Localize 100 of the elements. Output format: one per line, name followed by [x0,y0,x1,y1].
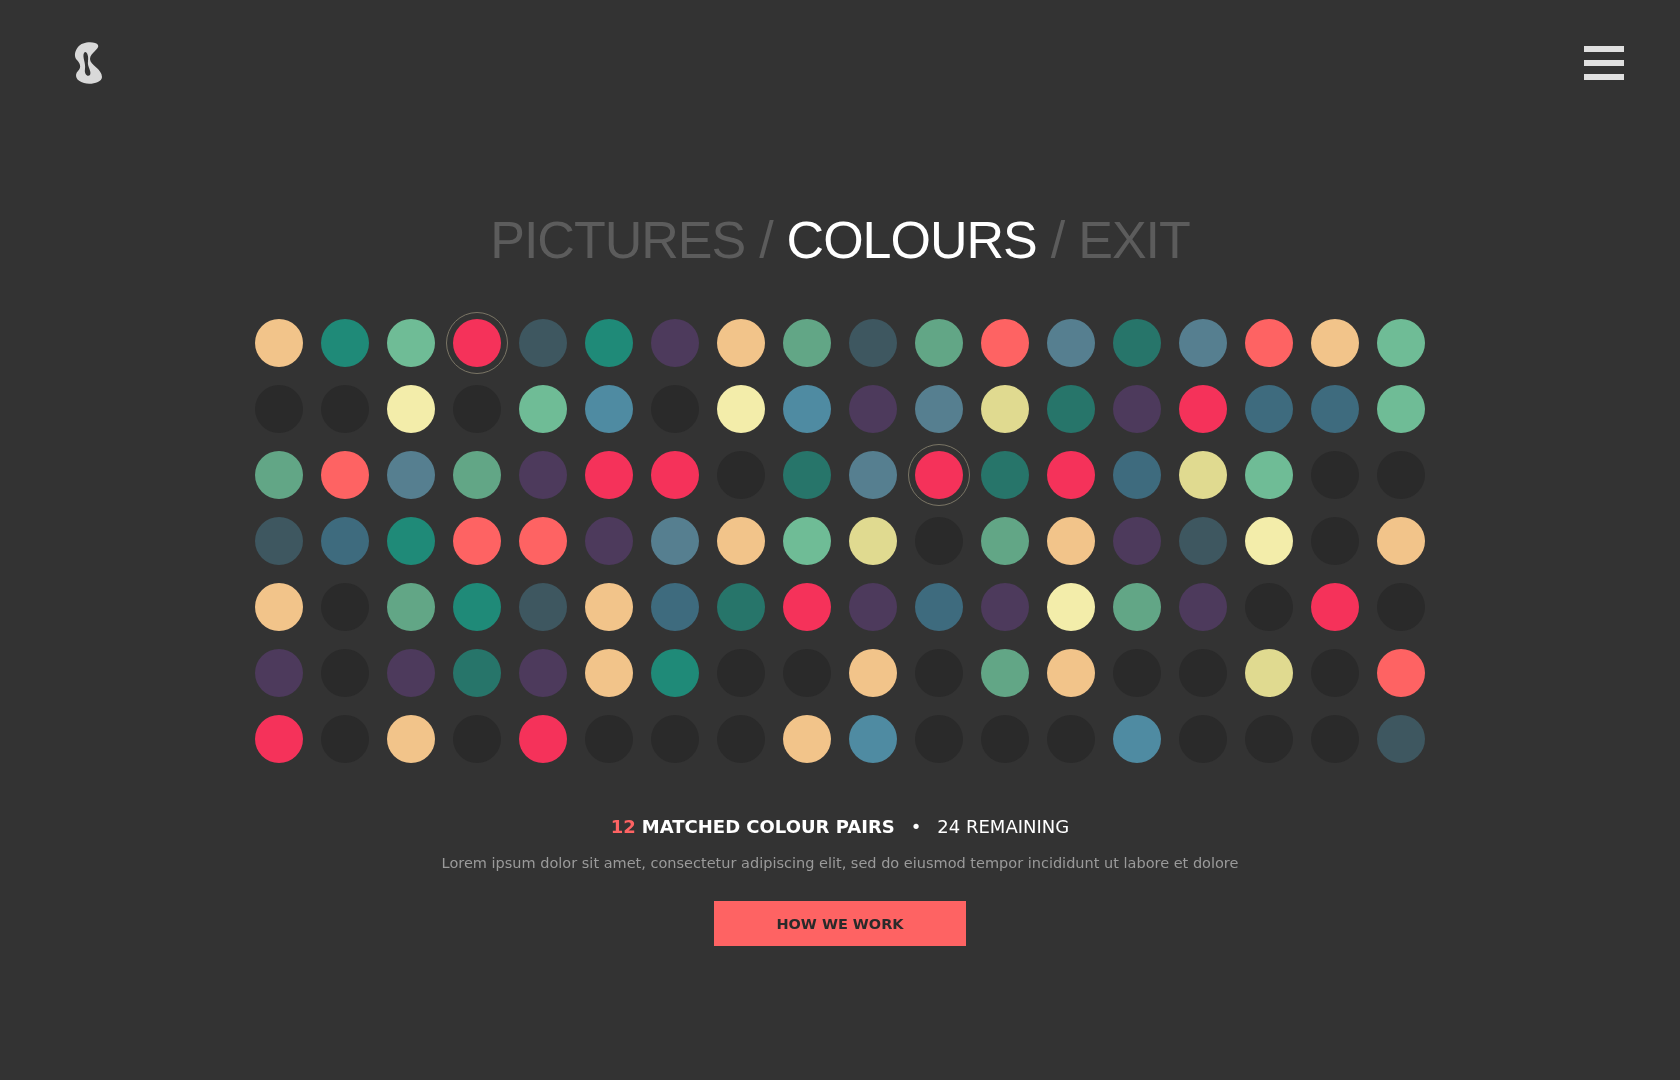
colour-dot[interactable] [585,649,633,697]
colour-dot[interactable] [1113,385,1161,433]
colour-dot[interactable] [651,649,699,697]
colour-dot[interactable] [1245,451,1293,499]
colour-dot[interactable] [981,385,1029,433]
colour-dot[interactable] [849,517,897,565]
colour-dot[interactable] [1245,649,1293,697]
nav-separator: / [759,210,773,270]
colour-dot[interactable] [1245,319,1293,367]
colour-dot[interactable] [651,319,699,367]
colour-dot[interactable] [717,583,765,631]
colour-dot[interactable] [585,451,633,499]
colour-dot[interactable] [387,451,435,499]
colour-dot[interactable] [255,517,303,565]
colour-dot[interactable] [1245,517,1293,565]
colour-dot[interactable] [1179,583,1227,631]
colour-dot[interactable] [519,319,567,367]
colour-dot[interactable] [1179,451,1227,499]
colour-dot[interactable] [1047,517,1095,565]
how-we-work-button[interactable]: HOW WE WORK [714,901,966,946]
colour-dot[interactable] [255,319,303,367]
colour-dot[interactable] [651,451,699,499]
colour-dot[interactable] [1377,715,1425,763]
colour-dot[interactable] [783,451,831,499]
colour-dot[interactable] [1113,715,1161,763]
colour-dot[interactable] [1113,517,1161,565]
colour-dot[interactable] [255,715,303,763]
colour-dot[interactable] [717,517,765,565]
colour-dot[interactable] [849,319,897,367]
colour-dot[interactable] [651,517,699,565]
colour-dot[interactable] [255,583,303,631]
colour-dot[interactable] [915,583,963,631]
colour-dot[interactable] [387,649,435,697]
colour-dot[interactable] [915,385,963,433]
colour-dot[interactable] [783,517,831,565]
colour-dot[interactable] [1047,583,1095,631]
colour-dot[interactable] [585,583,633,631]
colour-dot[interactable] [1179,517,1227,565]
colour-dot[interactable] [387,319,435,367]
colour-dot[interactable] [1245,385,1293,433]
description-text: Lorem ipsum dolor sit amet, consectetur adipiscing elit, sed do eiusmod tempor incididunt ut labore et dolore [441,855,1239,871]
colour-dot[interactable] [255,649,303,697]
colour-dot[interactable] [981,649,1029,697]
colour-dot[interactable] [1047,451,1095,499]
colour-dot[interactable] [387,385,435,433]
colour-dot[interactable] [453,583,501,631]
colour-dot[interactable] [981,319,1029,367]
colour-dot[interactable] [783,583,831,631]
colour-dot[interactable] [981,451,1029,499]
colour-dot[interactable] [1179,319,1227,367]
colour-dot[interactable] [321,451,369,499]
menu-icon[interactable] [1584,46,1624,80]
colour-dot[interactable] [1113,583,1161,631]
colour-dot[interactable] [585,319,633,367]
colour-dot[interactable] [849,715,897,763]
colour-dot[interactable] [783,319,831,367]
colour-dot[interactable] [387,517,435,565]
colour-dot[interactable] [321,319,369,367]
colour-dot[interactable] [585,385,633,433]
colour-dot[interactable] [519,583,567,631]
colour-dot[interactable] [717,319,765,367]
colour-dot[interactable] [981,517,1029,565]
colour-dot[interactable] [585,517,633,565]
colour-dot[interactable] [1113,319,1161,367]
colour-dot[interactable] [1311,319,1359,367]
colour-dot[interactable] [1377,385,1425,433]
colour-dot[interactable] [849,385,897,433]
colour-dot[interactable] [519,715,567,763]
colour-dot[interactable] [783,385,831,433]
colour-dot[interactable] [1377,649,1425,697]
colour-dot[interactable] [255,451,303,499]
colour-dot[interactable] [519,385,567,433]
colour-dot[interactable] [1047,385,1095,433]
colour-dot[interactable] [519,649,567,697]
colour-dot[interactable] [981,583,1029,631]
colour-dot[interactable] [915,319,963,367]
colour-dot[interactable] [387,715,435,763]
colour-dot[interactable] [519,451,567,499]
colour-dot[interactable] [519,517,567,565]
colour-dot[interactable] [717,385,765,433]
colour-dot[interactable] [1377,319,1425,367]
colour-dot[interactable] [849,583,897,631]
colour-dot[interactable] [453,649,501,697]
colour-dot[interactable] [849,649,897,697]
colour-dot[interactable] [387,583,435,631]
colour-dot[interactable] [1047,319,1095,367]
colour-dot[interactable] [1311,385,1359,433]
colour-dot[interactable] [1377,517,1425,565]
colour-dot[interactable] [1047,649,1095,697]
colour-dot[interactable] [1179,385,1227,433]
colour-dot[interactable] [849,451,897,499]
colour-dot[interactable] [1311,583,1359,631]
colour-dot[interactable] [651,583,699,631]
colour-dot[interactable] [1113,451,1161,499]
colour-dot[interactable] [453,517,501,565]
colour-dot[interactable] [783,715,831,763]
colour-dot[interactable] [453,451,501,499]
nav-link[interactable]: COLOURS [786,210,1037,270]
matched-count: 12 [610,816,636,837]
colour-dot[interactable] [321,517,369,565]
